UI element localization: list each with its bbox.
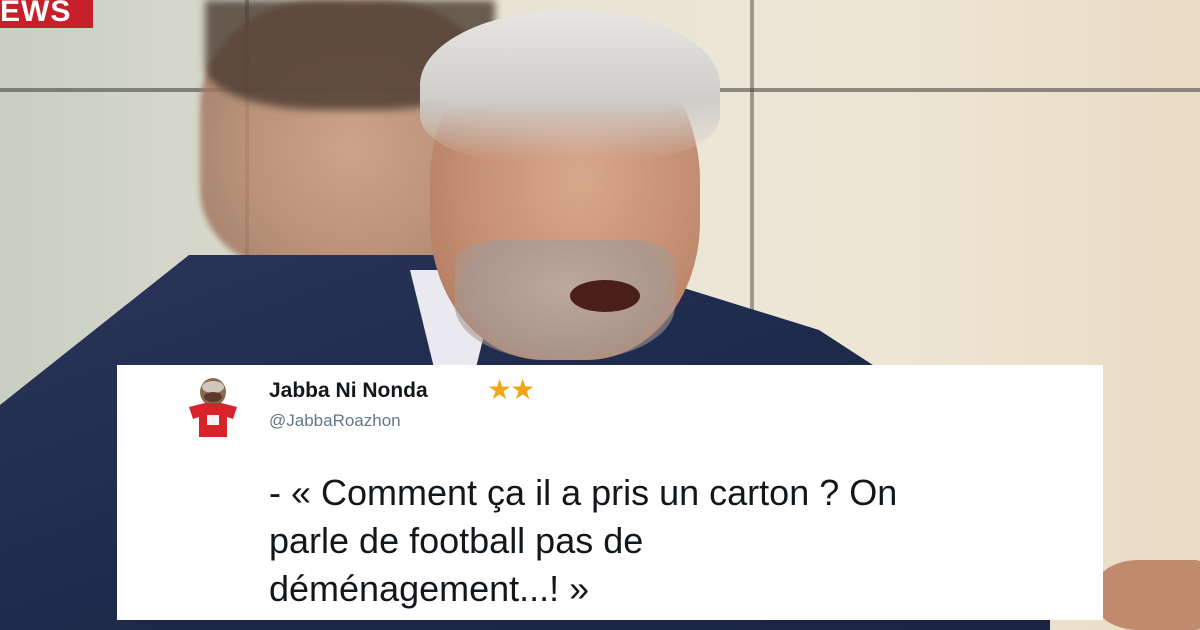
tweet-text: - « Comment ça il a pris un carton ? On … bbox=[269, 472, 898, 609]
channel-logo-text: EWS bbox=[0, 0, 72, 28]
man-beard bbox=[455, 240, 675, 360]
puppet-avatar-icon[interactable] bbox=[183, 375, 243, 440]
hand bbox=[1095, 560, 1200, 630]
tweet-card: Jabba Ni Nonda ★★ @JabbaRoazhon - « Comm… bbox=[117, 365, 1103, 620]
man-mouth bbox=[570, 280, 640, 312]
tweet-display-name[interactable]: Jabba Ni Nonda bbox=[269, 379, 428, 403]
tweet-handle[interactable]: @JabbaRoazhon bbox=[269, 411, 401, 431]
man-hair bbox=[420, 10, 720, 160]
star-emoji-icon: ★★ bbox=[487, 374, 535, 405]
channel-logo: EWS bbox=[0, 0, 93, 28]
